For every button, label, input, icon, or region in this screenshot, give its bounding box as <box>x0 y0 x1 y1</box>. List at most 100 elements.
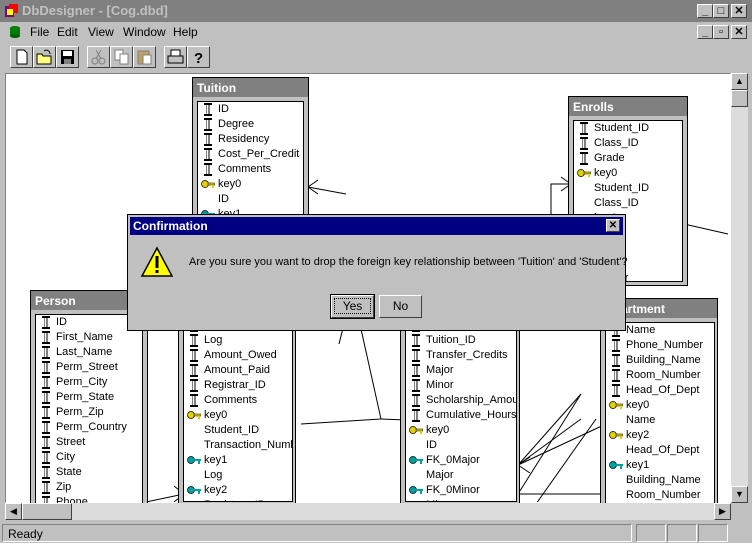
menu-help[interactable]: Help <box>173 25 198 39</box>
table-column-row[interactable]: Amount_Owed <box>184 348 292 363</box>
menu-view[interactable]: View <box>88 25 114 39</box>
table-columns: ID Degree Residency Cost_Per_Credit Comments… <box>197 101 304 222</box>
save-icon[interactable] <box>56 46 79 68</box>
doc-minimize-button[interactable]: _ <box>697 25 713 39</box>
table-column-row[interactable]: Last_Name <box>36 345 142 360</box>
table-column-row[interactable]: Head_Of_Dept <box>606 443 714 458</box>
help-icon[interactable]: ? <box>187 46 210 68</box>
table-column-row[interactable]: Log <box>184 468 292 483</box>
table-column-row[interactable]: Street <box>36 435 142 450</box>
menu-edit[interactable]: Edit <box>57 25 78 39</box>
table-column-row[interactable]: First_Name <box>36 330 142 345</box>
table-column-row[interactable]: key2 <box>606 428 714 443</box>
table-column-row[interactable]: Major <box>406 468 516 483</box>
open-icon[interactable] <box>33 46 56 68</box>
table-column-row[interactable]: Zip <box>36 480 142 495</box>
vertical-scrollbar[interactable]: ▲ ▼ <box>731 73 748 503</box>
scroll-down-button[interactable]: ▼ <box>731 486 748 503</box>
table-column-row[interactable]: Minor <box>406 378 516 393</box>
table-transaction[interactable]: Student_ID Log Amount_Owed Amount_Paid Regis… <box>178 312 296 505</box>
table-column-row[interactable]: Cost_Per_Credit <box>198 147 303 162</box>
table-column-row[interactable]: Transaction_Numb <box>184 438 292 453</box>
table-column-row[interactable]: Head_Of_Dept <box>606 383 714 398</box>
table-column-row[interactable]: Perm_Country <box>36 420 142 435</box>
table-column-row[interactable]: Perm_Street <box>36 360 142 375</box>
menu-file[interactable]: File <box>30 25 49 39</box>
close-button[interactable]: ✕ <box>731 4 747 18</box>
table-column-row[interactable]: Name <box>606 413 714 428</box>
scroll-right-button[interactable]: ▶ <box>714 503 731 520</box>
dialog-close-button[interactable]: ✕ <box>606 219 620 232</box>
table-column-row[interactable]: Class_ID <box>574 196 682 211</box>
table-column-row[interactable]: Building_Name <box>606 353 714 368</box>
table-column-row[interactable]: key0 <box>606 398 714 413</box>
table-column-row[interactable]: key0 <box>406 423 516 438</box>
table-column-row[interactable]: State <box>36 465 142 480</box>
menu-window[interactable]: Window <box>123 25 166 39</box>
table-column-row[interactable]: FK_0Major <box>406 453 516 468</box>
table-column-row[interactable]: key1 <box>184 453 292 468</box>
table-column-row[interactable]: Perm_State <box>36 390 142 405</box>
table-column-row[interactable]: Cumulative_Hours <box>406 408 516 423</box>
table-column-row[interactable]: ID <box>198 192 303 207</box>
column-name: Student_ID <box>594 182 650 194</box>
no-button[interactable]: No <box>379 295 422 318</box>
table-column-row[interactable]: ID <box>406 438 516 453</box>
table-column-row[interactable]: Comments <box>184 393 292 408</box>
table-column-row[interactable]: Residency <box>198 132 303 147</box>
new-icon[interactable] <box>10 46 33 68</box>
table-column-row[interactable]: Room_Number <box>606 488 714 503</box>
column-name: Head_Of_Dept <box>626 444 700 456</box>
doc-restore-button[interactable]: ▫ <box>713 25 729 39</box>
table-column-row[interactable]: Log <box>184 333 292 348</box>
yes-label: Yes <box>333 298 372 314</box>
table-column-row[interactable]: key2 <box>184 483 292 498</box>
print-icon[interactable] <box>164 46 187 68</box>
table-columns: Student_ID Log Amount_Owed Amount_Paid Regis… <box>183 317 293 502</box>
table-column-row[interactable]: key1 <box>606 458 714 473</box>
table-column-row[interactable]: Student_ID <box>574 121 682 136</box>
table-column-row[interactable]: Perm_City <box>36 375 142 390</box>
paste-icon[interactable] <box>133 46 156 68</box>
table-column-row[interactable]: Student_ID <box>574 181 682 196</box>
table-column-row[interactable]: ID <box>198 102 303 117</box>
table-column-row[interactable]: Student_ID <box>184 423 292 438</box>
table-column-row[interactable]: Phone_Number <box>606 338 714 353</box>
horizontal-scroll-thumb[interactable] <box>22 503 72 520</box>
table-column-row[interactable]: Class_ID <box>574 136 682 151</box>
table-column-row[interactable]: Registrar_ID <box>184 498 292 501</box>
cut-icon[interactable] <box>87 46 110 68</box>
vertical-scroll-thumb[interactable] <box>731 90 748 107</box>
table-column-row[interactable]: City <box>36 450 142 465</box>
table-column-row[interactable]: Grade <box>574 151 682 166</box>
table-column-row[interactable]: Degree <box>198 117 303 132</box>
minimize-button[interactable]: _ <box>697 4 713 18</box>
copy-icon[interactable] <box>110 46 133 68</box>
yes-button[interactable]: Yes <box>330 294 375 319</box>
table-column-row[interactable]: Perm_Zip <box>36 405 142 420</box>
scroll-left-button[interactable]: ◀ <box>5 503 22 520</box>
table-column-row[interactable]: key0 <box>198 177 303 192</box>
maximize-button[interactable]: □ <box>713 4 729 18</box>
table-tuition[interactable]: Tuition ID Degree Residency Cost_Per_Credit… <box>192 77 309 225</box>
table-column-row[interactable]: Major <box>406 363 516 378</box>
table-column-row[interactable]: Tuition_ID <box>406 333 516 348</box>
table-column-row[interactable]: key0 <box>574 166 682 181</box>
table-column-row[interactable]: Amount_Paid <box>184 363 292 378</box>
horizontal-scrollbar[interactable]: ◀ ▶ <box>5 503 731 520</box>
table-column-row[interactable]: Room_Number <box>606 368 714 383</box>
column-name: FK_0Minor <box>426 484 480 496</box>
table-column-row[interactable]: key0 <box>184 408 292 423</box>
doc-close-button[interactable]: ✕ <box>731 25 747 39</box>
table-column-row[interactable]: Comments <box>198 162 303 177</box>
table-column-row[interactable]: Registrar_ID <box>184 378 292 393</box>
table-title: Enrolls <box>569 97 687 116</box>
table-column-row[interactable]: Transfer_Credits <box>406 348 516 363</box>
column-name: Street <box>56 436 86 448</box>
table-column-row[interactable]: FK_0Minor <box>406 483 516 498</box>
table-column-row[interactable]: Building_Name <box>606 473 714 488</box>
table-column-row[interactable]: Minor <box>406 498 516 501</box>
table-column-row[interactable]: Scholarship_Amou <box>406 393 516 408</box>
scroll-up-button[interactable]: ▲ <box>731 73 748 90</box>
table-student[interactable]: ID Tuition_ID Transfer_Credits Major Minor Sc… <box>400 312 520 505</box>
